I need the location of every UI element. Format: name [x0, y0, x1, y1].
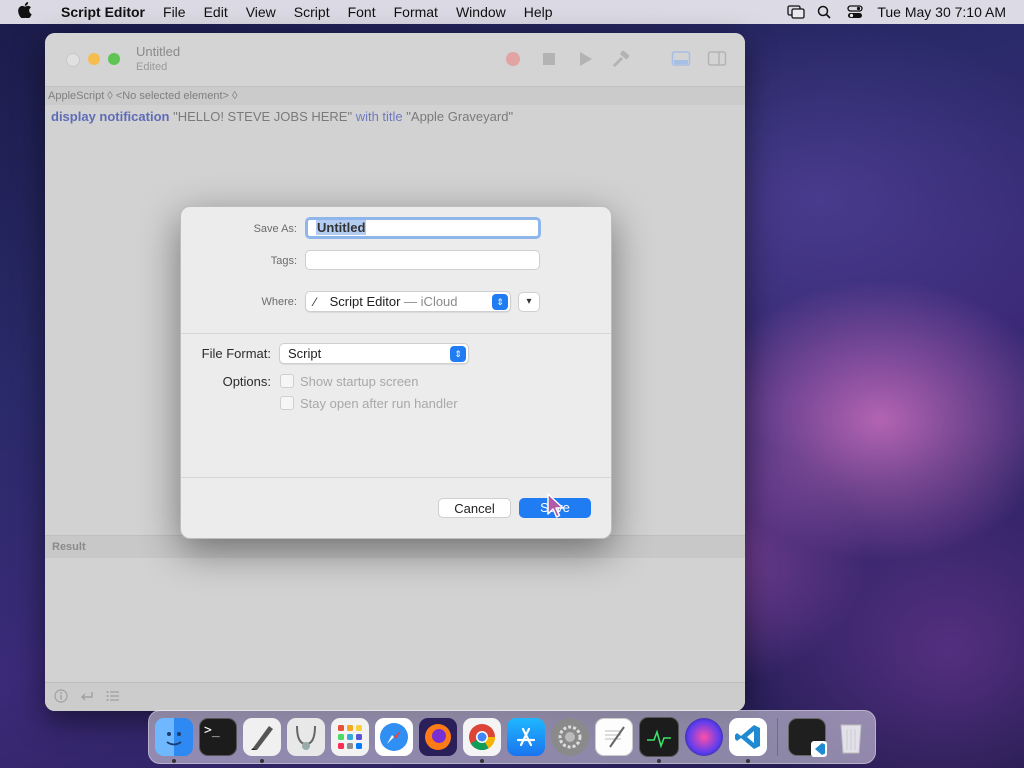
control-center-icon[interactable]: [847, 5, 863, 19]
code-string: "HELLO! STEVE JOBS HERE": [169, 109, 356, 124]
safari-icon[interactable]: [375, 718, 413, 756]
firefox-icon[interactable]: [419, 718, 457, 756]
menu-help[interactable]: Help: [515, 4, 562, 20]
script-editor-folder-icon: ⁄: [314, 295, 317, 309]
where-popup[interactable]: ⁄ Script Editor — iCloud ⇕: [305, 291, 511, 312]
running-indicator: [260, 759, 264, 763]
system-preferences-icon[interactable]: [551, 718, 589, 756]
where-value: Script Editor: [329, 294, 401, 309]
running-indicator: [172, 759, 176, 763]
mouse-pointer-icon: [546, 492, 566, 525]
vscode-icon[interactable]: [729, 718, 767, 763]
launchpad-icon[interactable]: [331, 718, 369, 756]
show-startup-screen-checkbox[interactable]: [280, 374, 294, 388]
show-bottom-pane-icon[interactable]: [671, 50, 691, 68]
running-indicator: [746, 759, 750, 763]
trash-icon[interactable]: [832, 718, 870, 756]
show-startup-screen-label: Show startup screen: [300, 374, 419, 389]
dock: >_: [148, 710, 876, 764]
textedit-icon[interactable]: [595, 718, 633, 756]
window-title: Untitled: [136, 44, 181, 59]
activity-monitor-icon[interactable]: [639, 717, 679, 763]
popup-stepper-icon: ⇕: [450, 346, 466, 362]
navigation-bar: AppleScript ◊ <No selected element> ◊: [45, 86, 745, 105]
info-icon[interactable]: [54, 688, 68, 706]
code-keyword: display notification: [51, 109, 170, 124]
terminal-icon[interactable]: >_: [199, 718, 237, 756]
menu-window[interactable]: Window: [447, 4, 515, 20]
save-as-value: Untitled: [316, 220, 367, 235]
running-indicator: [657, 759, 661, 763]
save-dialog: Save As: Untitled Tags: Where: ⁄ Script …: [180, 206, 612, 539]
element-popup[interactable]: <No selected element> ◊: [116, 90, 238, 102]
run-button[interactable]: [575, 50, 595, 68]
file-format-value: Script: [288, 346, 322, 361]
menu-edit[interactable]: Edit: [195, 4, 237, 20]
menu-bar: Script Editor File Edit View Script Font…: [0, 0, 1024, 24]
dialog-divider: [181, 477, 611, 478]
stay-open-label: Stay open after run handler: [300, 396, 458, 411]
language-popup[interactable]: AppleScript ◊: [48, 90, 113, 102]
apple-menu-icon[interactable]: [18, 2, 38, 22]
app-store-icon[interactable]: [507, 718, 545, 756]
terminal-window-icon[interactable]: [788, 718, 827, 757]
window-titlebar: Untitled Edited: [45, 33, 745, 86]
menu-file[interactable]: File: [154, 4, 195, 20]
tags-field[interactable]: [305, 250, 540, 270]
code-keyword-param: with title: [355, 109, 403, 124]
chrome-icon[interactable]: [463, 718, 501, 763]
disk-utility-icon[interactable]: [287, 718, 325, 756]
menu-script[interactable]: Script: [285, 4, 339, 20]
dialog-divider: [181, 333, 611, 334]
dock-separator: [777, 718, 778, 756]
finder-icon[interactable]: [155, 718, 193, 763]
reply-arrow-icon[interactable]: [80, 689, 94, 706]
screen-mirroring-icon[interactable]: [787, 5, 805, 19]
window-bottom-bar: [45, 682, 745, 711]
minimize-window-button[interactable]: [88, 53, 100, 65]
where-suffix: — iCloud: [400, 294, 458, 309]
code-string: "Apple Graveyard": [402, 109, 514, 124]
compile-hammer-icon[interactable]: [611, 50, 631, 68]
record-button[interactable]: [503, 50, 523, 68]
stop-button[interactable]: [539, 50, 559, 68]
running-indicator: [480, 759, 484, 763]
expand-chevron-down-icon[interactable]: ▾: [518, 292, 540, 312]
popup-stepper-icon: ⇕: [492, 294, 508, 310]
menu-font[interactable]: Font: [339, 4, 385, 20]
list-icon[interactable]: [106, 689, 120, 706]
options-label: Options:: [222, 374, 271, 389]
window-subtitle: Edited: [136, 61, 168, 73]
stay-open-checkbox[interactable]: [280, 396, 294, 410]
where-label: Where:: [261, 296, 297, 308]
save-as-label: Save As:: [253, 223, 297, 235]
menu-clock[interactable]: Tue May 30 7:10 AM: [877, 4, 1006, 20]
tags-label: Tags:: [270, 255, 297, 267]
file-format-label: File Format:: [201, 346, 271, 361]
menu-app-name[interactable]: Script Editor: [52, 4, 154, 20]
menu-format[interactable]: Format: [385, 4, 447, 20]
close-window-button[interactable]: [66, 53, 80, 67]
siri-icon[interactable]: [685, 718, 723, 756]
cancel-button[interactable]: Cancel: [438, 498, 511, 518]
show-sidebar-icon[interactable]: [707, 50, 727, 68]
zoom-window-button[interactable]: [108, 53, 120, 65]
menu-view[interactable]: View: [237, 4, 285, 20]
file-format-popup[interactable]: Script ⇕: [279, 343, 469, 364]
script-editor-icon[interactable]: [243, 718, 281, 763]
spotlight-search-icon[interactable]: [817, 5, 833, 19]
save-as-field[interactable]: Untitled: [305, 217, 541, 239]
